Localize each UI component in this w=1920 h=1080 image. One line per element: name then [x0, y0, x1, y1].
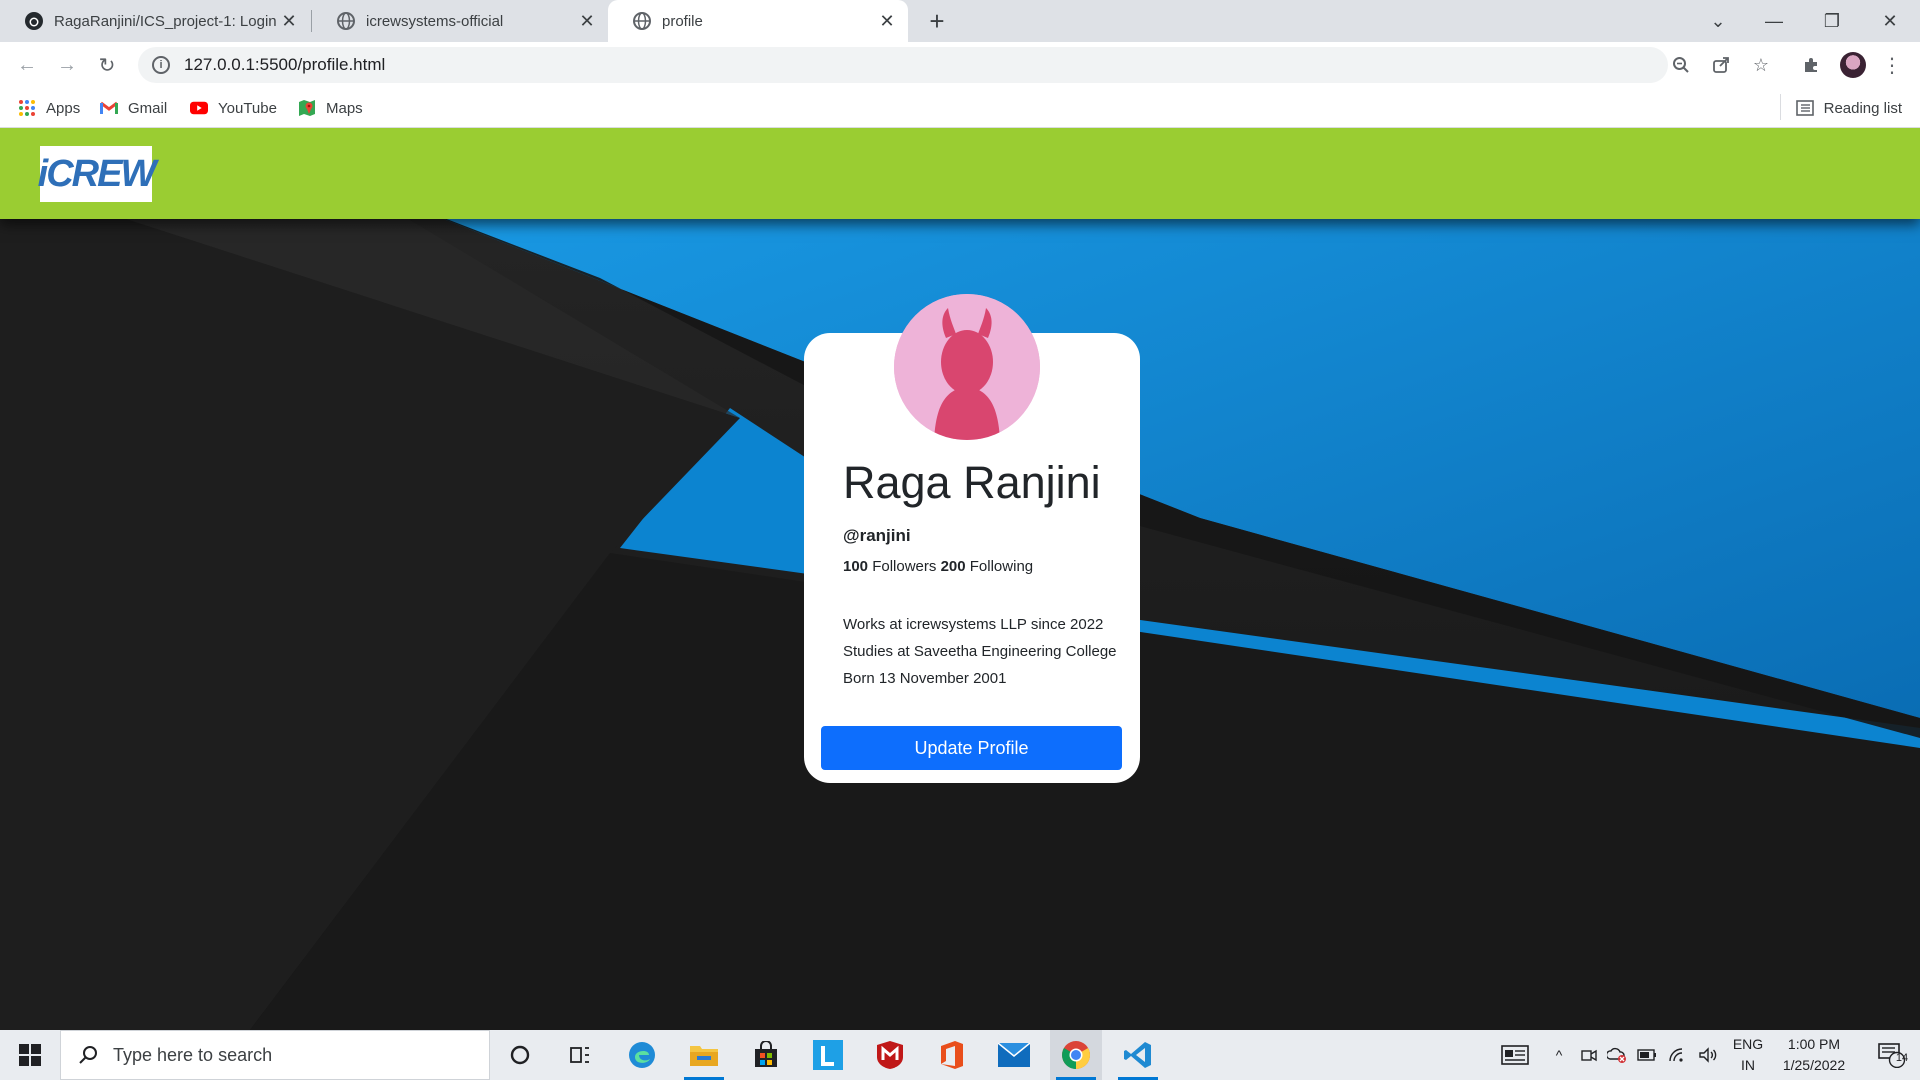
volume-icon[interactable] [1694, 1030, 1722, 1080]
search-icon [77, 1044, 99, 1066]
onedrive-error-icon[interactable] [1604, 1030, 1630, 1080]
windows-logo-icon [19, 1044, 41, 1066]
forward-button[interactable]: → [52, 50, 82, 80]
chrome-icon[interactable] [1050, 1030, 1102, 1080]
profile-name: Raga Ranjini [843, 457, 1101, 508]
reading-list-icon [1795, 100, 1814, 116]
tab-profile[interactable]: profile ✕ [608, 0, 908, 42]
region-code: IN [1741, 1057, 1755, 1073]
bookmark-gmail[interactable]: Gmail [100, 96, 167, 120]
notification-count: 14 [1895, 1052, 1909, 1064]
profile-bio: Works at icrewsystems LLP since 2022 Stu… [843, 611, 1117, 692]
profile-avatar [894, 294, 1040, 440]
bookmark-label: Maps [326, 99, 363, 117]
site-navbar: iCREW [0, 128, 1920, 219]
bookmark-label: Apps [46, 99, 81, 117]
more-menu-icon[interactable]: ⋮ [1882, 50, 1902, 80]
tab-title: profile [662, 12, 703, 30]
meet-now-icon[interactable] [1576, 1030, 1602, 1080]
close-tab-icon[interactable]: ✕ [276, 8, 302, 34]
wifi-icon[interactable] [1664, 1030, 1690, 1080]
clock-time: 1:00 PM [1787, 1036, 1841, 1052]
update-profile-button[interactable]: Update Profile [821, 726, 1122, 770]
profile-card: Raga Ranjini @ranjini 100 Followers 200 … [804, 294, 1140, 783]
browser-tab-strip: RagaRanjini/ICS_project-1: Login ✕ icrew… [0, 0, 1920, 42]
bookmark-divider [1780, 94, 1781, 120]
globe-icon [632, 11, 652, 31]
tray-chevron-up-icon[interactable]: ^ [1546, 1030, 1572, 1080]
youtube-icon [190, 99, 208, 117]
news-widget-icon[interactable] [1494, 1030, 1536, 1080]
zoom-icon[interactable] [1666, 50, 1696, 80]
new-tab-button[interactable]: + [922, 6, 952, 36]
mail-icon[interactable] [988, 1030, 1040, 1080]
site-info-icon[interactable]: i [152, 56, 170, 74]
bio-line-born: Born 13 November 2001 [843, 670, 1007, 687]
launcher-l-icon[interactable] [802, 1030, 854, 1080]
url-text: 127.0.0.1:5500/profile.html [184, 55, 386, 74]
close-tab-icon[interactable]: ✕ [574, 8, 600, 34]
profile-handle: @ranjini [843, 526, 911, 545]
bio-line-study: Studies at Saveetha Engineering College [843, 643, 1117, 660]
site-logo[interactable]: iCREW [37, 146, 157, 202]
office-icon[interactable] [926, 1030, 978, 1080]
tab-search-chevron-icon[interactable]: ⌄ [1690, 0, 1746, 42]
github-icon [24, 11, 44, 31]
reload-button[interactable]: ↻ [92, 50, 122, 80]
edge-icon[interactable] [616, 1030, 668, 1080]
battery-icon[interactable] [1634, 1030, 1660, 1080]
bookmark-star-icon[interactable]: ☆ [1746, 50, 1776, 80]
close-window-button[interactable]: ✕ [1862, 0, 1918, 42]
action-center-button[interactable]: 14 [1866, 1030, 1916, 1080]
bookmarks-bar: Apps Gmail YouTube Maps Reading list [0, 88, 1920, 128]
vscode-icon[interactable] [1112, 1030, 1164, 1080]
restore-button[interactable]: ❐ [1804, 0, 1860, 42]
close-tab-icon[interactable]: ✕ [874, 8, 900, 34]
store-icon[interactable] [740, 1030, 792, 1080]
taskbar-search-box[interactable]: Type here to search [60, 1030, 490, 1080]
profile-stats: 100 Followers 200 Following [843, 558, 1033, 575]
following-label: Following [969, 558, 1034, 575]
extensions-icon[interactable] [1796, 50, 1826, 80]
bookmark-maps[interactable]: Maps [298, 96, 363, 120]
tab-title: RagaRanjini/ICS_project-1: Login [54, 12, 276, 30]
bookmark-label: Gmail [128, 99, 168, 117]
language-indicator[interactable]: ENG IN [1730, 1034, 1766, 1076]
reading-list-button[interactable]: Reading list [1795, 96, 1902, 120]
address-bar[interactable]: i 127.0.0.1:5500/profile.html [138, 47, 1668, 83]
followers-count: 100 [843, 558, 869, 575]
tab-github-login[interactable]: RagaRanjini/ICS_project-1: Login ✕ [0, 0, 310, 42]
clock-date: 1/25/2022 [1782, 1057, 1846, 1073]
maps-icon [298, 99, 316, 117]
back-button[interactable]: ← [12, 50, 42, 80]
system-clock[interactable]: 1:00 PM 1/25/2022 [1772, 1034, 1856, 1076]
minimize-button[interactable]: — [1746, 0, 1802, 42]
task-view-icon[interactable] [554, 1030, 606, 1080]
page-viewport: iCREW Raga Ranjini @ranjini 100 Follower… [0, 128, 1920, 1030]
bio-line-work: Works at icrewsystems LLP since 2022 [843, 616, 1104, 633]
followers-label: Followers [872, 558, 937, 575]
bookmark-apps[interactable]: Apps [18, 96, 80, 120]
tab-title: icrewsystems-official [366, 12, 504, 30]
reading-list-label: Reading list [1823, 99, 1902, 117]
language-code: ENG [1732, 1036, 1764, 1052]
browser-toolbar: ← → ↻ i 127.0.0.1:5500/profile.html ☆ ⋮ [0, 42, 1920, 88]
cortana-icon[interactable] [494, 1030, 546, 1080]
bookmark-label: YouTube [218, 99, 277, 117]
windows-taskbar: Type here to search ^ ENG IN 1:00 PM 1/2… [0, 1030, 1920, 1080]
globe-icon [336, 11, 356, 31]
gmail-icon [100, 99, 118, 117]
tab-icrewsystems[interactable]: icrewsystems-official ✕ [312, 0, 608, 42]
bookmark-youtube[interactable]: YouTube [190, 96, 277, 120]
profile-avatar-icon[interactable] [1840, 52, 1866, 78]
following-count: 200 [940, 558, 966, 575]
logo-text: iCREW [37, 152, 157, 195]
file-explorer-icon[interactable] [678, 1030, 730, 1080]
apps-grid-icon [18, 99, 36, 117]
search-placeholder: Type here to search [113, 1044, 273, 1065]
start-button[interactable] [0, 1030, 60, 1080]
share-icon[interactable] [1706, 50, 1736, 80]
mcafee-icon[interactable] [864, 1030, 916, 1080]
